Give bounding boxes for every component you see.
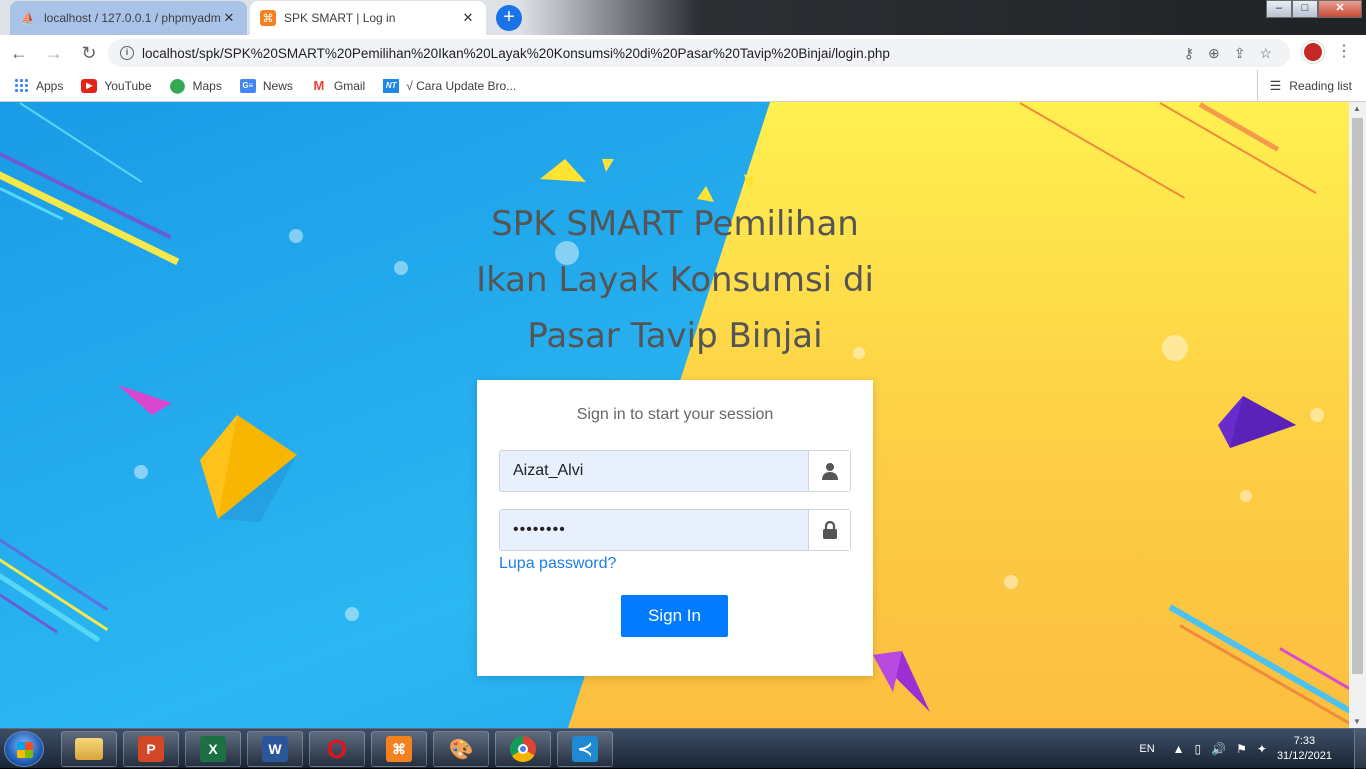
decor-dot xyxy=(345,607,359,621)
system-tray: EN ▲ ▯ 🔊 ⚑ ✦ 7:33 31/12/2021 xyxy=(1139,729,1366,769)
key-icon[interactable]: ⚷ xyxy=(1184,45,1194,62)
site-info-icon[interactable]: i xyxy=(120,46,134,60)
excel-icon: X xyxy=(200,736,226,762)
page-title: SPK SMART Pemilihan Ikan Layak Konsumsi … xyxy=(476,204,874,356)
tab-close-icon[interactable]: ✕ xyxy=(221,10,237,26)
phpmyadmin-icon: ⛵ xyxy=(21,12,35,25)
windows-taskbar: P X W O ⌘ 🎨 ≺ EN ▲ ▯ 🔊 ⚑ ✦ 7:33 31/12/20… xyxy=(0,728,1366,769)
word-button[interactable]: W xyxy=(247,731,303,767)
maps-pin-icon: ⬤ xyxy=(169,77,186,93)
login-message: Sign in to start your session xyxy=(576,406,774,423)
xampp-icon: ⌘ xyxy=(260,10,276,26)
back-arrow-icon[interactable]: ← xyxy=(3,37,35,69)
powerpoint-icon: P xyxy=(138,736,164,762)
xampp-icon: ⌘ xyxy=(386,736,412,762)
battery-icon[interactable]: ▯ xyxy=(1195,742,1202,756)
opera-button[interactable]: O xyxy=(309,731,365,767)
language-indicator[interactable]: EN xyxy=(1139,743,1154,755)
login-card: Sign in to start your session Lupa passw… xyxy=(477,380,873,676)
profile-avatar[interactable] xyxy=(1302,41,1324,63)
user-icon xyxy=(808,451,850,491)
clock[interactable]: 7:33 31/12/2021 xyxy=(1277,734,1332,764)
new-tab-button[interactable]: + xyxy=(496,5,522,31)
forgot-password-link[interactable]: Lupa password? xyxy=(499,555,616,573)
tab-phpmyadmin[interactable]: ⛵ localhost / 127.0.0.1 / phpmyadmin ✕ xyxy=(10,1,247,35)
lock-icon xyxy=(808,510,850,550)
username-input[interactable] xyxy=(500,451,808,491)
password-input[interactable] xyxy=(500,510,808,550)
news-icon: G≡ xyxy=(239,78,256,93)
minimize-button[interactable]: – xyxy=(1266,0,1292,18)
youtube-icon: ▶ xyxy=(81,78,98,93)
action-center-icon[interactable]: ✦ xyxy=(1257,742,1267,756)
file-explorer-icon xyxy=(75,738,103,760)
show-desktop-button[interactable] xyxy=(1354,729,1366,769)
chrome-icon xyxy=(510,736,536,762)
tab-title: SPK SMART | Log in xyxy=(284,11,396,25)
scrollbar-thumb[interactable] xyxy=(1352,118,1363,674)
bookmark-youtube[interactable]: ▶ YouTube xyxy=(81,78,152,93)
file-explorer-button[interactable] xyxy=(61,731,117,767)
reading-list-button[interactable]: ☰ Reading list xyxy=(1256,70,1352,102)
paint-icon: 🎨 xyxy=(448,738,474,761)
paint-button[interactable]: 🎨 xyxy=(433,731,489,767)
excel-button[interactable]: X xyxy=(185,731,241,767)
powerpoint-button[interactable]: P xyxy=(123,731,179,767)
apps-grid-icon xyxy=(14,78,29,93)
close-window-button[interactable]: ✕ xyxy=(1318,0,1362,18)
decor-dot xyxy=(289,229,303,243)
zoom-icon[interactable]: ⊕ xyxy=(1208,45,1220,62)
tab-close-icon[interactable]: ✕ xyxy=(460,10,476,26)
forward-arrow-icon[interactable]: → xyxy=(38,37,70,69)
tab-title: localhost / 127.0.0.1 / phpmyadmin xyxy=(44,11,221,25)
clock-date: 31/12/2021 xyxy=(1276,750,1332,762)
opera-icon: O xyxy=(326,733,348,764)
vscode-icon: ≺ xyxy=(572,736,598,762)
start-button[interactable] xyxy=(4,731,44,767)
reload-icon[interactable]: ↻ xyxy=(73,37,105,69)
xampp-button[interactable]: ⌘ xyxy=(371,731,427,767)
chrome-button[interactable] xyxy=(495,731,551,767)
tab-spk-login[interactable]: ⌘ SPK SMART | Log in ✕ xyxy=(250,1,486,35)
menu-dots-icon[interactable]: ⋮ xyxy=(1336,41,1352,63)
gmail-icon: M xyxy=(313,78,325,93)
bookmark-apps[interactable]: Apps xyxy=(14,78,63,93)
username-field xyxy=(499,450,851,492)
decor-dot xyxy=(1240,490,1252,502)
clock-time: 7:33 xyxy=(1293,735,1316,747)
password-field xyxy=(499,509,851,551)
bookmarks-bar: Apps ▶ YouTube ⬤ Maps G≡ News M Gmail NT √ Ca… xyxy=(0,70,1366,102)
bookmark-gmail[interactable]: M Gmail xyxy=(311,78,365,93)
decor-dot xyxy=(134,465,148,479)
word-icon: W xyxy=(262,736,288,762)
vscode-button[interactable]: ≺ xyxy=(557,731,613,767)
bookmark-maps[interactable]: ⬤ Maps xyxy=(169,77,222,93)
window-controls: – □ ✕ xyxy=(1266,0,1362,18)
url-text[interactable]: localhost/spk/SPK%20SMART%20Pemilihan%20… xyxy=(142,46,1184,61)
decor-dot xyxy=(1310,408,1324,422)
scroll-up-arrow-icon[interactable]: ▲ xyxy=(1353,104,1361,113)
share-icon[interactable]: ⇪ xyxy=(1234,45,1246,62)
sign-in-button[interactable]: Sign In xyxy=(621,595,728,637)
decor-dot xyxy=(394,261,408,275)
scroll-down-arrow-icon[interactable]: ▼ xyxy=(1353,717,1361,726)
login-page-background: SPK SMART Pemilihan Ikan Layak Konsumsi … xyxy=(0,102,1349,728)
bookmark-star-icon[interactable]: ☆ xyxy=(1259,45,1272,62)
page-scrollbar[interactable]: ▲ ▼ xyxy=(1349,102,1366,728)
bookmark-news[interactable]: G≡ News xyxy=(239,78,293,93)
decor-dot xyxy=(1162,335,1188,361)
network-icon[interactable]: ⚑ xyxy=(1236,742,1247,756)
show-hidden-icons-icon[interactable]: ▲ xyxy=(1173,742,1185,756)
decor-dot xyxy=(1004,575,1018,589)
nt-icon: NT xyxy=(383,78,400,93)
reading-list-icon: ☰ xyxy=(1269,78,1282,93)
maximize-button[interactable]: □ xyxy=(1292,0,1318,18)
address-bar[interactable]: i localhost/spk/SPK%20SMART%20Pemilihan%… xyxy=(108,39,1290,67)
volume-icon[interactable]: 🔊 xyxy=(1211,742,1226,756)
bookmark-cara-update[interactable]: NT √ Cara Update Bro... xyxy=(383,78,516,93)
